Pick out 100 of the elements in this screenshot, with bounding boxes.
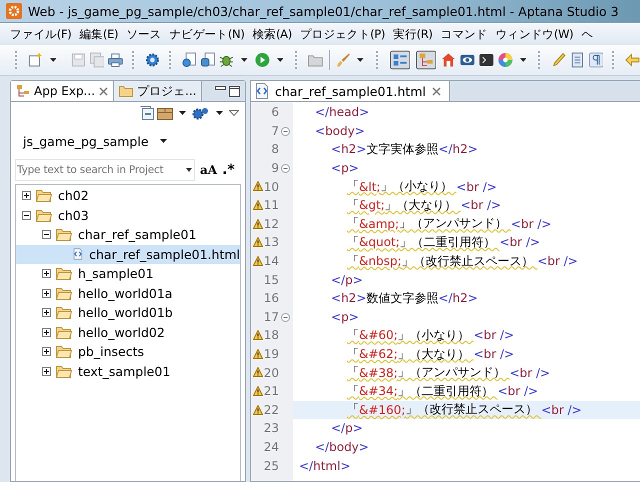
expand-icon[interactable] xyxy=(42,308,51,318)
fold-icon[interactable] xyxy=(281,164,290,173)
gears-icon[interactable] xyxy=(192,106,210,120)
code-line: </body> xyxy=(314,438,370,456)
fold-icon[interactable] xyxy=(281,126,290,136)
menu-item[interactable]: ソース xyxy=(122,26,166,42)
folder-icon xyxy=(36,208,52,222)
code-line: <h2>文字実体参照</h2> xyxy=(330,140,479,158)
code-line: 「&nbsp;」（改行禁止スペース） <br /> xyxy=(346,252,579,270)
line-number: 20 xyxy=(264,366,279,380)
line-number: 11 xyxy=(264,198,279,212)
menu-item[interactable]: 実行(R) xyxy=(389,26,437,42)
expand-icon[interactable] xyxy=(42,269,51,278)
collapse-icon[interactable] xyxy=(42,230,51,240)
collapse-all-icon[interactable] xyxy=(140,106,154,120)
page-icon[interactable] xyxy=(570,52,585,68)
menu-item[interactable]: コマンド xyxy=(436,26,492,42)
app-icon xyxy=(6,3,22,19)
box-icon[interactable] xyxy=(157,106,173,120)
caret-icon[interactable] xyxy=(357,58,364,62)
tree-item[interactable]: hello_world02 xyxy=(16,322,240,342)
layout-icon[interactable] xyxy=(390,50,410,70)
window-title: Web - js_game_pg_sample/ch03/char_ref_sample01/char_ref_sample01.html - Aptana Studio 3 xyxy=(28,4,619,18)
terminal-icon[interactable] xyxy=(479,52,494,68)
folder-icon xyxy=(56,364,72,378)
menu-item[interactable]: ヘ xyxy=(577,26,598,42)
menu-item[interactable]: ファイル(F) xyxy=(6,26,76,42)
code-line: 「&quot;」（二重引用符） <br /> xyxy=(346,234,542,252)
html-file-icon xyxy=(255,83,269,99)
code-line: <h2>数値文字参照</h2> xyxy=(330,290,479,308)
folder-icon xyxy=(56,267,72,280)
new-file-icon[interactable] xyxy=(28,52,43,68)
line-number: 14 xyxy=(264,254,279,268)
editor-tab[interactable]: char_ref_sample01.html xyxy=(251,81,450,101)
caret-icon[interactable] xyxy=(276,58,283,62)
code-line: <body> xyxy=(314,122,366,140)
case-toggle[interactable]: aA xyxy=(200,163,218,177)
caret-icon[interactable] xyxy=(241,58,248,62)
hierarchy-icon[interactable] xyxy=(416,50,436,70)
panel-tab[interactable]: プロジェ... xyxy=(114,81,202,101)
tree-item[interactable]: ch02 xyxy=(16,186,240,206)
folder-icon xyxy=(56,286,72,300)
run-icon[interactable] xyxy=(254,52,270,68)
project-selector[interactable]: js_game_pg_sample xyxy=(15,124,241,158)
view-menu-icon[interactable] xyxy=(229,110,239,116)
caret-icon[interactable] xyxy=(179,111,186,115)
brush-icon[interactable] xyxy=(336,52,350,68)
line-number: 22 xyxy=(264,402,279,417)
tree-item[interactable]: hello_world01b xyxy=(16,303,240,322)
print-icon[interactable] xyxy=(108,52,124,68)
line-number: 17 xyxy=(264,310,279,324)
page-icon[interactable] xyxy=(200,52,216,68)
back-arrow-icon[interactable] xyxy=(625,52,640,68)
expand-icon[interactable] xyxy=(42,366,51,376)
tree-item[interactable]: h_sample01 xyxy=(16,264,240,284)
house-icon[interactable] xyxy=(441,52,456,68)
line-number: 8 xyxy=(271,142,279,156)
expand-icon[interactable] xyxy=(42,328,51,337)
caret-icon[interactable] xyxy=(160,139,167,143)
code-line: 「&#34;」（二重引用符） <br /> xyxy=(346,382,540,400)
menu-item[interactable]: 検索(A) xyxy=(248,26,296,42)
expand-icon[interactable] xyxy=(42,347,51,356)
code-line: </head> xyxy=(314,104,370,122)
expand-icon[interactable] xyxy=(22,191,31,200)
tree-item[interactable]: hello_world01a xyxy=(16,284,240,303)
color-wheel-icon[interactable] xyxy=(498,52,513,68)
close-icon[interactable] xyxy=(432,86,441,96)
caret-icon[interactable] xyxy=(50,58,56,62)
tree-item[interactable]: pb_insects xyxy=(16,342,240,362)
tree-item[interactable]: char_ref_sample01.html xyxy=(16,244,240,264)
caret-icon[interactable] xyxy=(186,168,192,172)
line-number: 18 xyxy=(264,328,279,342)
menu-item[interactable]: 編集(E) xyxy=(76,26,122,42)
line-number: 21 xyxy=(264,384,279,398)
line-number: 16 xyxy=(264,291,279,306)
eye-icon[interactable] xyxy=(460,52,476,68)
caret-icon[interactable] xyxy=(216,111,223,115)
close-icon[interactable] xyxy=(99,86,108,96)
menu-item[interactable]: プロジェクト(P) xyxy=(296,26,390,42)
tree-item[interactable]: text_sample01 xyxy=(16,362,240,381)
code-line: 「&#38;」（アンパサンド） <br /> xyxy=(346,364,552,382)
regex-toggle[interactable]: .* xyxy=(222,162,235,178)
menu-item[interactable]: ナビゲート(N) xyxy=(165,26,249,42)
panel-tab[interactable]: App Exp... xyxy=(11,81,114,101)
line-number: 15 xyxy=(264,272,279,287)
search-field[interactable]: Type text to search in Project xyxy=(15,159,195,181)
maximize-icon[interactable] xyxy=(229,86,240,96)
fold-icon[interactable] xyxy=(281,312,290,322)
tree-item[interactable]: ch03 xyxy=(16,206,240,225)
gear-icon[interactable] xyxy=(145,52,160,68)
expand-icon[interactable] xyxy=(42,288,51,298)
line-number: 6 xyxy=(271,105,279,120)
caret-icon[interactable] xyxy=(520,58,526,62)
pencil-icon[interactable] xyxy=(551,52,566,68)
tree-item[interactable]: char_ref_sample01 xyxy=(16,225,240,244)
code-line: </html> xyxy=(298,458,352,475)
collapse-icon[interactable] xyxy=(22,210,31,220)
line-number: 13 xyxy=(264,235,279,250)
pilcrow-icon[interactable] xyxy=(588,52,604,68)
menu-item[interactable]: ウィンドウ(W) xyxy=(491,26,578,42)
